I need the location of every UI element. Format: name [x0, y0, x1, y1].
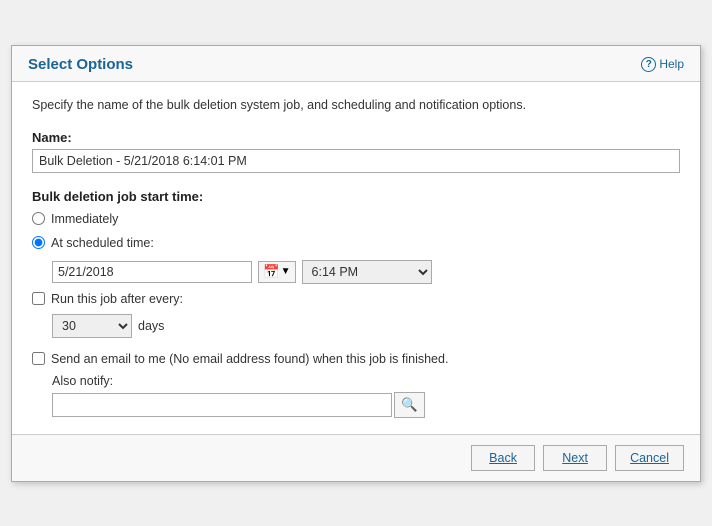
lookup-icon: 🔍: [401, 397, 418, 413]
run-after-label[interactable]: Run this job after every:: [51, 292, 183, 306]
start-time-label: Bulk deletion job start time:: [32, 189, 680, 204]
days-label: days: [138, 319, 164, 333]
calendar-dropdown-icon: ▼: [281, 266, 291, 277]
email-checkbox-row: Send an email to me (No email address fo…: [32, 352, 680, 366]
immediately-radio-row: Immediately: [32, 212, 680, 226]
date-input[interactable]: [52, 261, 252, 283]
time-select[interactable]: 6:14 PM: [302, 260, 432, 284]
immediately-label[interactable]: Immediately: [51, 212, 118, 226]
email-section: Send an email to me (No email address fo…: [32, 352, 680, 418]
date-time-row: 📅 ▼ 6:14 PM: [52, 260, 680, 284]
help-icon: ?: [641, 57, 656, 72]
dialog-footer: Back Next Cancel: [12, 434, 700, 481]
next-button[interactable]: Next: [543, 445, 607, 471]
help-label: Help: [659, 57, 684, 71]
email-checkbox[interactable]: [32, 352, 45, 365]
back-button[interactable]: Back: [471, 445, 535, 471]
run-after-checkbox[interactable]: [32, 292, 45, 305]
scheduled-radio[interactable]: [32, 236, 45, 249]
notify-input-row: 🔍: [52, 392, 680, 418]
email-label[interactable]: Send an email to me (No email address fo…: [51, 352, 448, 366]
also-notify-label: Also notify:: [52, 374, 680, 388]
calendar-icon: 📅: [263, 264, 280, 280]
dialog-title: Select Options: [28, 56, 133, 73]
dialog-body: Specify the name of the bulk deletion sy…: [12, 82, 700, 434]
notify-input[interactable]: [52, 393, 392, 417]
dialog-header: Select Options ? Help: [12, 46, 700, 82]
name-label: Name:: [32, 130, 680, 145]
calendar-button[interactable]: 📅 ▼: [258, 261, 296, 283]
days-row: 30 days: [52, 314, 680, 338]
run-after-every-row: Run this job after every:: [32, 292, 680, 306]
lookup-button[interactable]: 🔍: [394, 392, 425, 418]
scheduled-radio-row: At scheduled time:: [32, 236, 680, 250]
description-text: Specify the name of the bulk deletion sy…: [32, 98, 680, 112]
days-select[interactable]: 30: [52, 314, 132, 338]
immediately-radio[interactable]: [32, 212, 45, 225]
cancel-button[interactable]: Cancel: [615, 445, 684, 471]
name-input[interactable]: [32, 149, 680, 173]
select-options-dialog: Select Options ? Help Specify the name o…: [11, 45, 701, 482]
scheduled-label[interactable]: At scheduled time:: [51, 236, 154, 250]
help-link[interactable]: ? Help: [641, 57, 684, 72]
